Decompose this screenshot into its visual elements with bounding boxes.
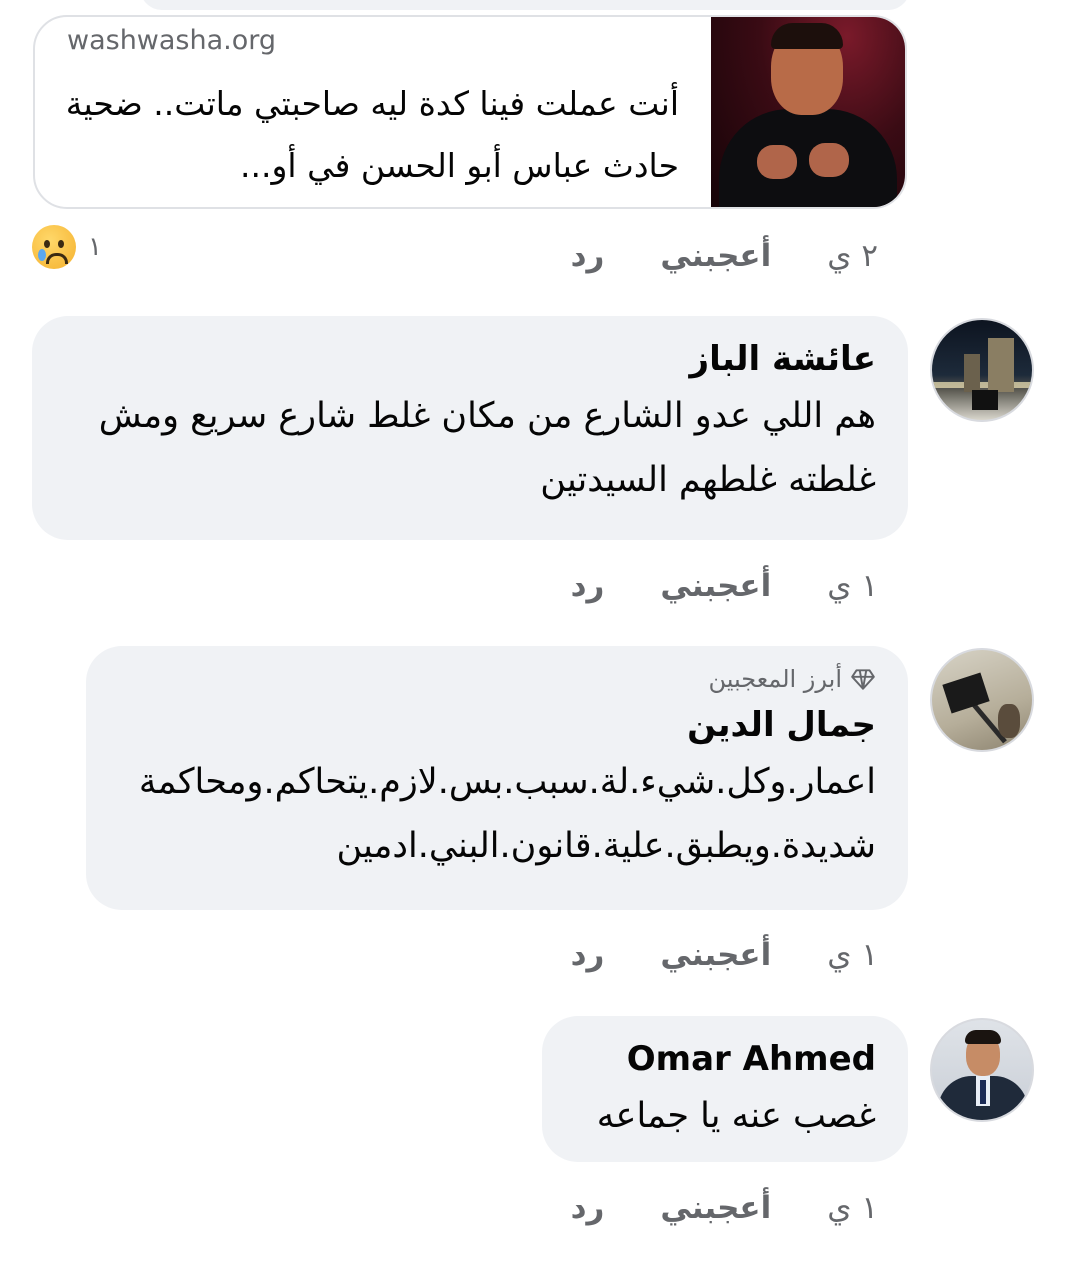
like-button[interactable]: أعجبني xyxy=(660,568,771,604)
avatar[interactable] xyxy=(930,318,1034,422)
link-preview-card[interactable]: washwasha.org أنت عملت فينا كدة ليه صاحب… xyxy=(33,15,907,209)
diamond-icon xyxy=(851,669,875,690)
man-portrait-image xyxy=(711,17,905,207)
sad-reaction-icon xyxy=(32,225,76,269)
like-button[interactable]: أعجبني xyxy=(660,1190,771,1226)
comment-text: هم اللي عدو الشارع من مكان غلط شارع سريع… xyxy=(98,396,876,500)
like-button[interactable]: أعجبني xyxy=(660,238,771,274)
thumb-hand-left xyxy=(757,145,797,179)
comment-bubble: عائشة الباز هم اللي عدو الشارع من مكان غ… xyxy=(32,316,908,540)
top-fan-badge: أبرز المعجبين xyxy=(114,662,876,696)
timestamp[interactable]: ١ ي xyxy=(827,1190,878,1226)
comment-author[interactable]: جمال الدين xyxy=(114,700,876,750)
like-button[interactable]: أعجبني xyxy=(660,937,771,973)
link-domain: washwasha.org xyxy=(67,25,277,56)
avatar[interactable] xyxy=(930,1018,1034,1122)
avatar[interactable] xyxy=(930,648,1034,752)
comment-text: غصب عنه يا جماعه xyxy=(596,1096,876,1136)
timestamp[interactable]: ١ ي xyxy=(827,568,878,604)
reaction-summary[interactable]: ١ xyxy=(32,225,102,269)
thumb-hair xyxy=(771,23,843,49)
comment-author[interactable]: عائشة الباز xyxy=(60,334,876,384)
reply-button[interactable]: رد xyxy=(571,568,605,604)
link-actions-row: ٢ ي أعجبني رد xyxy=(571,236,878,276)
thumb-hand-right xyxy=(809,143,849,177)
thumb-suit xyxy=(719,109,897,207)
comment-bubble: أبرز المعجبين جمال الدين اعمار.وكل.شيء.ل… xyxy=(86,646,908,910)
timestamp[interactable]: ١ ي xyxy=(827,937,878,973)
reply-button[interactable]: رد xyxy=(571,937,605,973)
reply-button[interactable]: رد xyxy=(571,238,605,274)
comment-actions-row: ١ ي أعجبني رد xyxy=(571,566,878,606)
timestamp[interactable]: ٢ ي xyxy=(827,238,878,274)
reply-button[interactable]: رد xyxy=(571,1190,605,1226)
comment-author[interactable]: Omar Ahmed xyxy=(570,1034,876,1084)
previous-comment-bubble-edge xyxy=(140,0,910,10)
link-title[interactable]: أنت عملت فينا كدة ليه صاحبتي ماتت.. ضحية… xyxy=(59,73,679,197)
reaction-count: ١ xyxy=(88,232,102,262)
comment-actions-row: ١ ي أعجبني رد xyxy=(571,935,878,975)
comment-bubble: Omar Ahmed غصب عنه يا جماعه xyxy=(542,1016,908,1162)
comment-text: اعمار.وكل.شيء.لة.سبب.بس.لازم.يتحاكم.ومحا… xyxy=(138,762,876,866)
top-fan-label: أبرز المعجبين xyxy=(708,665,843,693)
comment-actions-row: ١ ي أعجبني رد xyxy=(571,1188,878,1228)
